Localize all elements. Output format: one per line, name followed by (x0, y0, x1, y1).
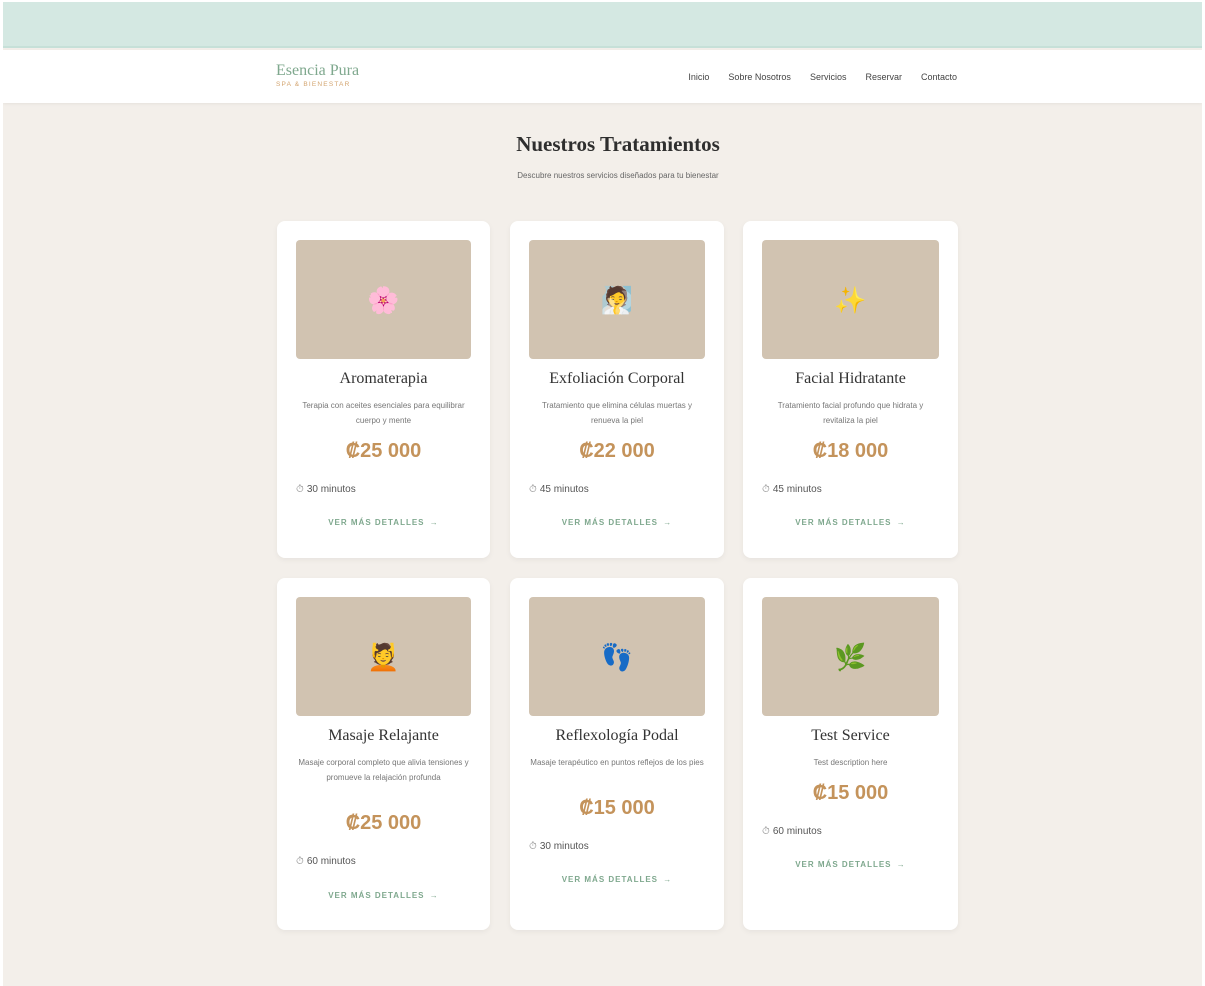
service-duration: ⏱ 30 minutos (529, 841, 589, 852)
service-card[interactable]: 👣 Reflexología Podal Masaje terapéutico … (510, 578, 724, 930)
service-image: 🌸 (296, 240, 471, 359)
brand-name: Esencia Pura (276, 62, 360, 79)
brand-logo[interactable]: Esencia Pura SPA & BIENESTAR (276, 62, 359, 88)
footprints-icon: 👣 (600, 641, 634, 672)
service-price: ₡15 000 (579, 797, 655, 819)
service-title: Exfoliación Corporal (549, 370, 685, 387)
service-title: Reflexología Podal (555, 727, 679, 744)
service-description: Terapia con aceites esenciales para equi… (302, 401, 465, 425)
view-details-label: VER MÁS DETALLES (328, 891, 425, 900)
view-details-link[interactable]: VER MÁS DETALLES → (510, 875, 724, 884)
view-details-link[interactable]: VER MÁS DETALLES → (277, 518, 490, 527)
duration-text: 45 minutos (539, 484, 589, 495)
sparkles-icon: ✨ (834, 284, 867, 315)
service-description: Tratamiento que elimina células muertas … (542, 401, 692, 425)
page-frame: Esencia Pura SPA & BIENESTAR Inicio Sobr… (3, 2, 1202, 986)
service-duration: ⏱ 60 minutos (762, 826, 822, 837)
service-description: Test description here (813, 758, 888, 767)
arrow-right-icon: → (896, 860, 906, 869)
service-price: ₡22 000 (579, 440, 655, 462)
view-details-label: VER MÁS DETALLES (328, 518, 425, 527)
brand-tagline: SPA & BIENESTAR (276, 81, 351, 88)
service-price: ₡18 000 (812, 440, 889, 462)
herb-icon: 🌿 (834, 641, 867, 672)
view-details-label: VER MÁS DETALLES (795, 860, 892, 869)
clock-icon: ⏱ (529, 841, 537, 852)
arrow-right-icon: → (663, 518, 673, 527)
service-duration: ⏱ 30 minutos (296, 484, 356, 495)
duration-text: 45 minutos (772, 484, 822, 495)
section-subtitle: Descubre nuestros servicios diseñados pa… (517, 171, 719, 180)
service-title: Facial Hidratante (795, 370, 906, 387)
arrow-right-icon: → (429, 891, 439, 900)
service-image: 💆 (296, 597, 471, 716)
service-card[interactable]: 🧖 Exfoliación Corporal Tratamiento que e… (510, 221, 724, 558)
service-image: ✨ (762, 240, 939, 359)
section-title: Nuestros Tratamientos (516, 132, 720, 156)
service-description: Masaje terapéutico en puntos reflejos de… (530, 758, 704, 767)
view-details-link[interactable]: VER MÁS DETALLES → (510, 518, 724, 527)
nav-link-inicio[interactable]: Inicio (688, 72, 709, 82)
navbar: Esencia Pura SPA & BIENESTAR Inicio Sobr… (3, 50, 1202, 103)
spa-person-icon: 🧖 (600, 284, 634, 315)
service-title: Test Service (811, 727, 890, 744)
service-description: Masaje corporal completo que alivia tens… (298, 758, 469, 782)
duration-text: 30 minutos (306, 484, 356, 495)
view-details-link[interactable]: VER MÁS DETALLES → (743, 518, 958, 527)
flower-icon: 🌸 (367, 284, 400, 315)
top-banner (3, 2, 1202, 48)
arrow-right-icon: → (896, 518, 906, 527)
service-image: 🌿 (762, 597, 939, 716)
service-image: 🧖 (529, 240, 705, 359)
view-details-label: VER MÁS DETALLES (795, 518, 892, 527)
nav-link-reservar[interactable]: Reservar (865, 72, 902, 82)
clock-icon: ⏱ (529, 484, 537, 495)
service-image: 👣 (529, 597, 705, 716)
view-details-label: VER MÁS DETALLES (561, 875, 659, 884)
service-duration: ⏱ 45 minutos (762, 484, 822, 495)
service-title: Masaje Relajante (328, 727, 439, 744)
clock-icon: ⏱ (762, 484, 770, 495)
arrow-right-icon: → (663, 875, 673, 884)
service-card[interactable]: 🌸 Aromaterapia Terapia con aceites esenc… (277, 221, 490, 558)
nav-link-sobre-nosotros[interactable]: Sobre Nosotros (728, 72, 791, 82)
clock-icon: ⏱ (762, 826, 770, 837)
service-card[interactable]: 💆 Masaje Relajante Masaje corporal compl… (277, 578, 490, 930)
clock-icon: ⏱ (296, 856, 304, 867)
duration-text: 60 minutos (772, 826, 822, 837)
service-duration: ⏱ 45 minutos (529, 484, 589, 495)
arrow-right-icon: → (429, 518, 439, 527)
massage-icon: 💆 (367, 641, 400, 672)
duration-text: 60 minutos (306, 856, 356, 867)
service-card[interactable]: 🌿 Test Service Test description here ₡15… (743, 578, 958, 930)
view-details-link[interactable]: VER MÁS DETALLES → (277, 891, 490, 900)
service-title: Aromaterapia (339, 370, 428, 387)
service-price: ₡15 000 (812, 782, 889, 804)
service-price: ₡25 000 (345, 440, 422, 462)
view-details-label: VER MÁS DETALLES (561, 518, 659, 527)
service-duration: ⏱ 60 minutos (296, 856, 356, 867)
nav-link-servicios[interactable]: Servicios (810, 72, 847, 82)
view-details-link[interactable]: VER MÁS DETALLES → (743, 860, 958, 869)
clock-icon: ⏱ (296, 484, 304, 495)
duration-text: 30 minutos (539, 841, 589, 852)
service-price: ₡25 000 (345, 812, 422, 834)
nav-link-contacto[interactable]: Contacto (921, 72, 957, 82)
service-description: Tratamiento facial profundo que hidrata … (777, 401, 924, 425)
service-card[interactable]: ✨ Facial Hidratante Tratamiento facial p… (743, 221, 958, 558)
nav-links: Inicio Sobre Nosotros Servicios Reservar… (688, 72, 957, 82)
